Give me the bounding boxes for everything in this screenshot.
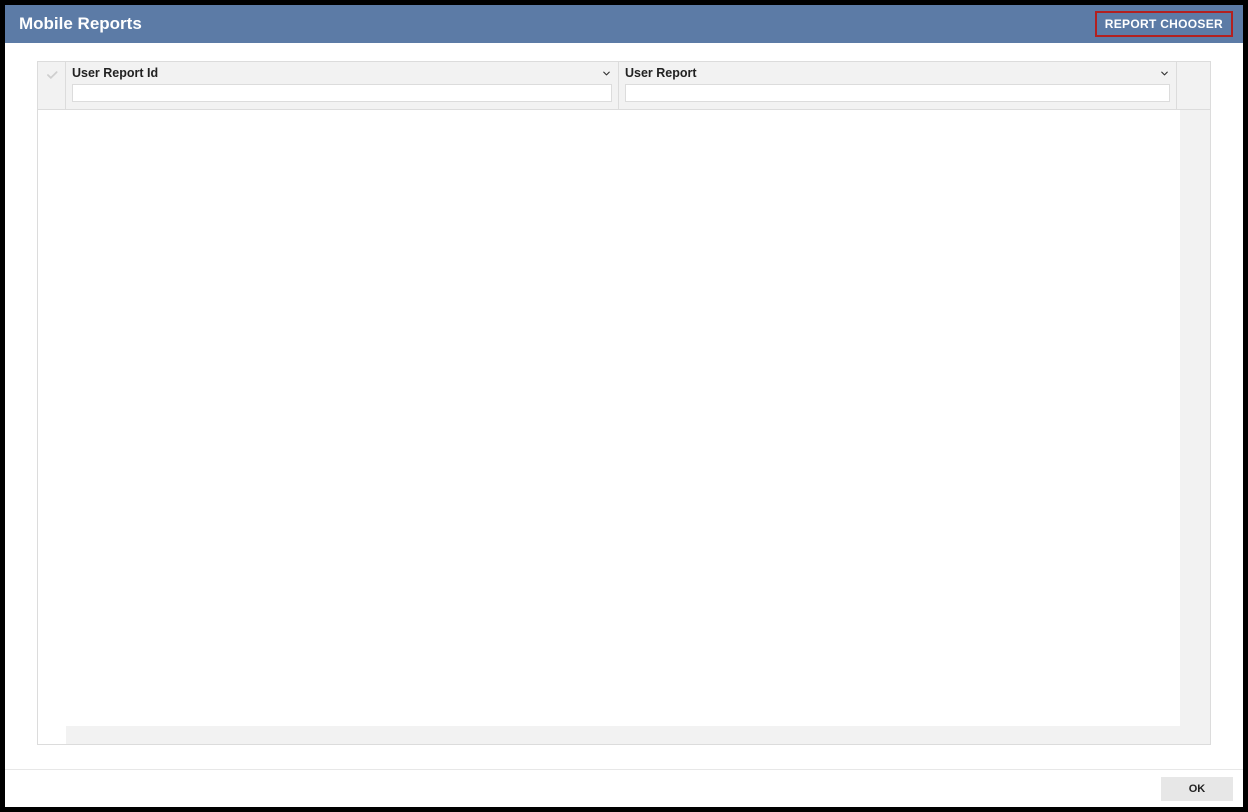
report-chooser-button[interactable]: REPORT CHOOSER bbox=[1095, 11, 1233, 37]
header: Mobile Reports REPORT CHOOSER bbox=[5, 5, 1243, 43]
column-label: User Report bbox=[625, 66, 1170, 80]
select-all-cell[interactable] bbox=[38, 62, 66, 109]
header-scroll-spacer bbox=[1177, 62, 1207, 109]
filter-input-user-report-id[interactable] bbox=[72, 84, 612, 102]
vertical-scrollbar[interactable] bbox=[1180, 110, 1210, 744]
chevron-down-icon[interactable] bbox=[601, 68, 612, 79]
grid-body bbox=[38, 110, 1210, 744]
content-area: User Report Id User Report bbox=[5, 43, 1243, 745]
grid-left-gutter bbox=[38, 110, 66, 744]
grid-header-row: User Report Id User Report bbox=[38, 62, 1210, 110]
column-header-user-report[interactable]: User Report bbox=[619, 62, 1177, 109]
check-icon bbox=[45, 68, 59, 82]
data-grid: User Report Id User Report bbox=[37, 61, 1211, 745]
filter-input-user-report[interactable] bbox=[625, 84, 1170, 102]
column-header-user-report-id[interactable]: User Report Id bbox=[66, 62, 619, 109]
page-title: Mobile Reports bbox=[19, 14, 142, 34]
footer: OK bbox=[5, 769, 1243, 807]
column-label: User Report Id bbox=[72, 66, 612, 80]
chevron-down-icon[interactable] bbox=[1159, 68, 1170, 79]
horizontal-scrollbar[interactable] bbox=[66, 726, 1210, 744]
grid-rows-area bbox=[66, 110, 1180, 744]
ok-button[interactable]: OK bbox=[1161, 777, 1233, 801]
